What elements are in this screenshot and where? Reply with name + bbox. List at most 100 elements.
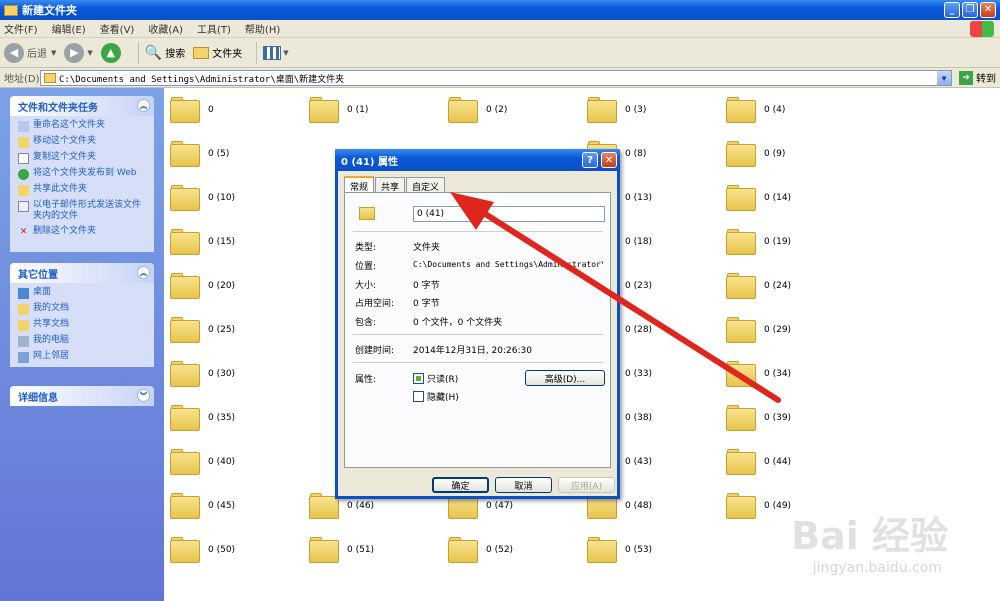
menu-favorites[interactable]: 收藏(A): [148, 21, 183, 36]
task-label: 将这个文件夹发布到 Web: [33, 168, 137, 178]
menu-help[interactable]: 帮助(H): [245, 21, 280, 36]
place-shared-documents[interactable]: 共享文档: [18, 319, 148, 331]
task-email[interactable]: 以电子邮件形式发送该文件夹内的文件: [18, 200, 148, 222]
places-panel-header[interactable]: 其它位置 ︽: [10, 263, 154, 283]
folder-icon: [170, 141, 200, 167]
place-desktop[interactable]: 桌面: [18, 287, 148, 299]
type-value: 文件夹: [413, 243, 441, 253]
folder-icon: [309, 537, 339, 563]
folder-label: 0 (2): [486, 105, 508, 115]
divider: [353, 231, 603, 232]
tasks-panel-header[interactable]: 文件和文件夹任务 ︽: [10, 96, 154, 116]
expand-icon[interactable]: ︾: [137, 389, 150, 402]
dialog-title: 0 (41) 属性: [341, 156, 398, 168]
collapse-icon[interactable]: ︽: [137, 266, 150, 279]
address-input[interactable]: C:\Documents and Settings\Administrator\…: [40, 70, 952, 86]
folder-item[interactable]: 0 (34): [726, 356, 856, 392]
place-network[interactable]: 网上邻居: [18, 351, 148, 363]
task-rename[interactable]: 重命名这个文件夹: [18, 120, 148, 132]
forward-button[interactable]: ▶ ▼: [64, 42, 93, 63]
folder-label: 0 (51): [347, 545, 375, 555]
folder-name-input[interactable]: 0 (41): [413, 206, 605, 222]
go-button[interactable]: ➜ 转到: [959, 70, 996, 85]
folder-item[interactable]: 0 (39): [726, 400, 856, 436]
advanced-button[interactable]: 高级(D)...: [525, 370, 605, 386]
folder-item[interactable]: 0 (15): [170, 224, 300, 260]
folder-item[interactable]: 0: [170, 92, 300, 128]
collapse-icon[interactable]: ︽: [137, 99, 150, 112]
copy-icon: [18, 153, 29, 164]
chevron-down-icon[interactable]: ▼: [937, 71, 951, 85]
task-delete[interactable]: ✕ 删除这个文件夹: [18, 226, 148, 238]
up-button[interactable]: ▲: [100, 42, 124, 63]
folder-item[interactable]: 0 (25): [170, 312, 300, 348]
places-panel: 其它位置 ︽ 桌面 我的文档 共享文档 我的电脑 网上邻居: [10, 263, 154, 367]
folder-item[interactable]: 0 (19): [726, 224, 856, 260]
menu-file[interactable]: 文件(F): [4, 21, 38, 36]
folder-item[interactable]: 0 (44): [726, 444, 856, 480]
folder-icon: [170, 229, 200, 255]
task-copy[interactable]: 复制这个文件夹: [18, 152, 148, 164]
folder-item[interactable]: 0 (53): [587, 532, 717, 568]
email-icon: [18, 201, 29, 212]
folder-item[interactable]: 0 (20): [170, 268, 300, 304]
folder-item[interactable]: 0 (40): [170, 444, 300, 480]
folder-item[interactable]: 0 (45): [170, 488, 300, 524]
ok-button[interactable]: 确定: [432, 477, 489, 493]
size-value: 0 字节: [413, 281, 440, 291]
folder-item[interactable]: 0 (5): [170, 136, 300, 172]
folder-item[interactable]: 0 (52): [448, 532, 578, 568]
documents-icon: [18, 304, 29, 315]
apply-button[interactable]: 应用(A): [558, 477, 615, 493]
window-controls: _ ❐ ✕: [944, 2, 996, 18]
folder-item[interactable]: 0 (29): [726, 312, 856, 348]
help-button[interactable]: ?: [582, 152, 598, 168]
back-button[interactable]: ◀ 后退 ▼: [4, 42, 56, 63]
folder-label: 0 (45): [208, 501, 236, 511]
views-icon: [263, 45, 282, 60]
go-arrow-icon: ➜: [959, 70, 973, 85]
maximize-button[interactable]: ❐: [962, 2, 978, 18]
window-title-bar[interactable]: 新建文件夹 _ ❐ ✕: [0, 0, 1000, 20]
folders-button[interactable]: 文件夹: [193, 45, 242, 60]
folder-item[interactable]: 0 (1): [309, 92, 439, 128]
menu-edit[interactable]: 编辑(E): [52, 21, 86, 36]
folder-item[interactable]: 0 (30): [170, 356, 300, 392]
folder-icon: [170, 273, 200, 299]
menu-tools[interactable]: 工具(T): [197, 21, 231, 36]
task-publish-web[interactable]: 将这个文件夹发布到 Web: [18, 168, 148, 180]
readonly-checkbox[interactable]: 只读(R): [413, 372, 458, 385]
folder-item[interactable]: 0 (4): [726, 92, 856, 128]
folder-item[interactable]: 0 (35): [170, 400, 300, 436]
folder-item[interactable]: 0 (3): [587, 92, 717, 128]
folder-icon: [726, 141, 756, 167]
chevron-down-icon: ▼: [283, 48, 289, 57]
dialog-close-button[interactable]: ✕: [601, 152, 617, 168]
disk-size-label: 占用空间:: [355, 299, 395, 309]
folder-item[interactable]: 0 (50): [170, 532, 300, 568]
task-share[interactable]: 共享此文件夹: [18, 184, 148, 196]
close-button[interactable]: ✕: [980, 2, 996, 18]
search-button[interactable]: 🔍 搜索: [145, 45, 185, 61]
views-button[interactable]: ▼: [263, 45, 289, 60]
folder-icon: [726, 361, 756, 387]
place-my-documents[interactable]: 我的文档: [18, 303, 148, 315]
folder-item[interactable]: 0 (2): [448, 92, 578, 128]
details-panel-header[interactable]: 详细信息 ︾: [10, 386, 154, 406]
contains-label: 包含:: [355, 318, 377, 328]
minimize-button[interactable]: _: [944, 2, 960, 18]
dialog-title-bar[interactable]: 0 (41) 属性 ? ✕: [335, 149, 620, 171]
folder-item[interactable]: 0 (9): [726, 136, 856, 172]
folder-item[interactable]: 0 (14): [726, 180, 856, 216]
hidden-row: 隐藏(H): [413, 390, 459, 403]
hidden-checkbox[interactable]: 隐藏(H): [413, 390, 459, 403]
folder-item[interactable]: 0 (51): [309, 532, 439, 568]
cancel-button[interactable]: 取消: [495, 477, 552, 493]
menu-view[interactable]: 查看(V): [100, 21, 135, 36]
general-tab-panel: 0 (41) 类型: 文件夹 位置: C:\Documents and Settin…: [344, 192, 611, 468]
folder-item[interactable]: 0 (10): [170, 180, 300, 216]
place-my-computer[interactable]: 我的电脑: [18, 335, 148, 347]
task-move[interactable]: 移动这个文件夹: [18, 136, 148, 148]
folder-item[interactable]: 0 (24): [726, 268, 856, 304]
folder-label: 0 (23): [625, 281, 653, 291]
